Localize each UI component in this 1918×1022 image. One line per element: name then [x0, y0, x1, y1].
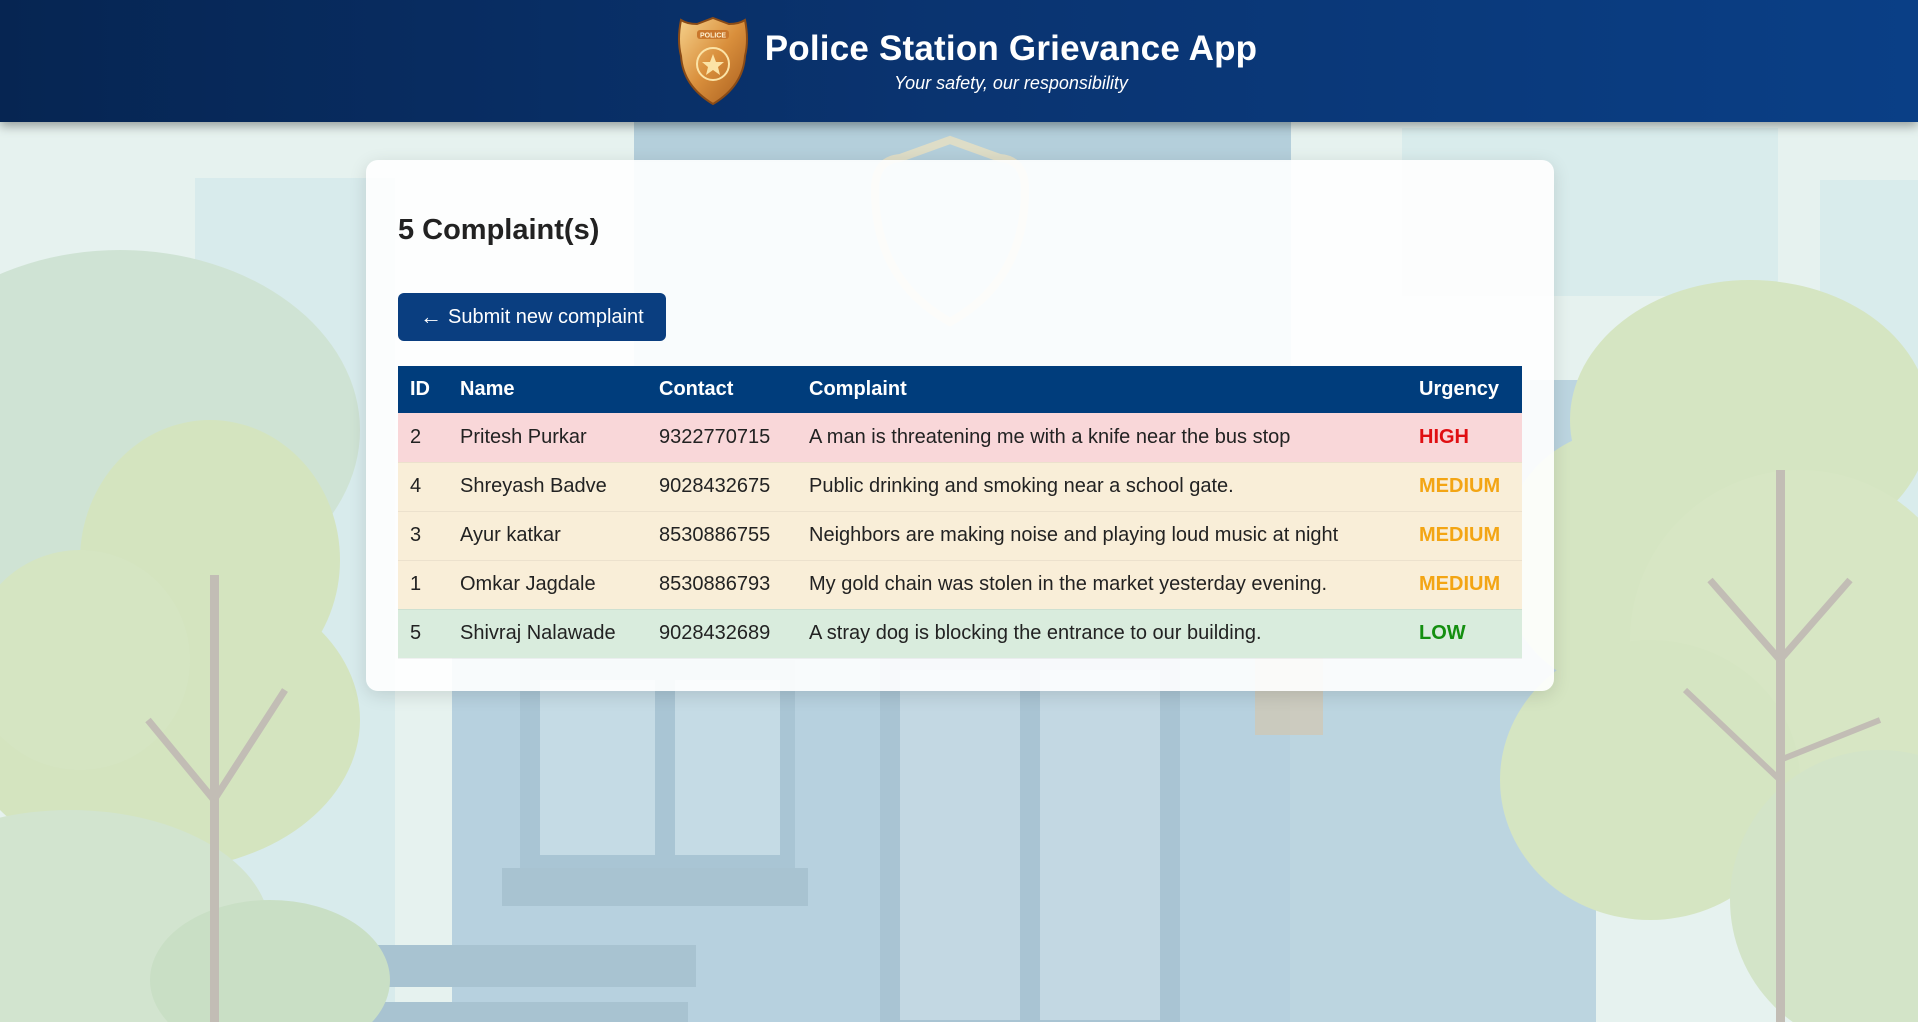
header-contact: Contact [659, 378, 734, 400]
cell-complaint: My gold chain was stolen in the market y… [797, 560, 1407, 610]
complaint-count: 5 [398, 214, 415, 246]
table-row: 3 Ayur katkar 8530886755 Neighbors are m… [398, 511, 1522, 561]
cell-name: Omkar Jagdale [448, 560, 647, 610]
complaints-table: ID Name Contact Complaint Urgency 2 Prit… [398, 366, 1522, 659]
cell-urgency: HIGH [1407, 413, 1522, 463]
table-row: 1 Omkar Jagdale 8530886793 My gold chain… [398, 560, 1522, 610]
cell-complaint: Public drinking and smoking near a schoo… [797, 462, 1407, 512]
app-title: Police Station Grievance App [764, 28, 1258, 68]
header-urgency: Urgency [1419, 378, 1500, 400]
police-badge-icon: POLICE [677, 16, 749, 106]
complaint-count-heading: 5 Complaint(s) [398, 214, 599, 247]
cell-urgency: MEDIUM [1407, 511, 1522, 561]
app-header: POLICE Police Station Grievance App Your… [0, 0, 1918, 122]
submit-new-complaint-button[interactable]: ← Submit new complaint [398, 293, 666, 341]
cell-id: 4 [398, 462, 448, 512]
table-header-row: ID Name Contact Complaint Urgency [398, 366, 1522, 413]
cell-name: Ayur katkar [448, 511, 647, 561]
complaints-card: 5 Complaint(s) ← Submit new complaint ID … [366, 160, 1554, 691]
cell-contact: 9028432689 [647, 609, 797, 659]
cell-complaint: Neighbors are making noise and playing l… [797, 511, 1407, 561]
complaint-count-suffix: Complaint(s) [422, 214, 600, 246]
table-row: 5 Shivraj Nalawade 9028432689 A stray do… [398, 609, 1522, 659]
cell-urgency: MEDIUM [1407, 462, 1522, 512]
cell-complaint: A man is threatening me with a knife nea… [797, 413, 1407, 463]
cell-contact: 8530886793 [647, 560, 797, 610]
cell-id: 2 [398, 413, 448, 463]
cell-urgency: LOW [1407, 609, 1522, 659]
cell-id: 5 [398, 609, 448, 659]
table-row: 4 Shreyash Badve 9028432675 Public drink… [398, 462, 1522, 512]
header-id: ID [410, 378, 430, 400]
cell-contact: 8530886755 [647, 511, 797, 561]
cell-urgency: MEDIUM [1407, 560, 1522, 610]
cell-contact: 9028432675 [647, 462, 797, 512]
badge-text: POLICE [700, 33, 726, 40]
submit-button-label: Submit new complaint [448, 305, 644, 328]
app-tagline: Your safety, our responsibility [894, 72, 1128, 93]
cell-name: Shivraj Nalawade [448, 609, 647, 659]
left-arrow-icon: ← [420, 304, 442, 329]
header-complaint: Complaint [809, 378, 907, 400]
cell-contact: 9322770715 [647, 413, 797, 463]
cell-name: Pritesh Purkar [448, 413, 647, 463]
cell-id: 3 [398, 511, 448, 561]
cell-id: 1 [398, 560, 448, 610]
cell-name: Shreyash Badve [448, 462, 647, 512]
header-name: Name [460, 378, 515, 400]
table-row: 2 Pritesh Purkar 9322770715 A man is thr… [398, 413, 1522, 463]
cell-complaint: A stray dog is blocking the entrance to … [797, 609, 1407, 659]
